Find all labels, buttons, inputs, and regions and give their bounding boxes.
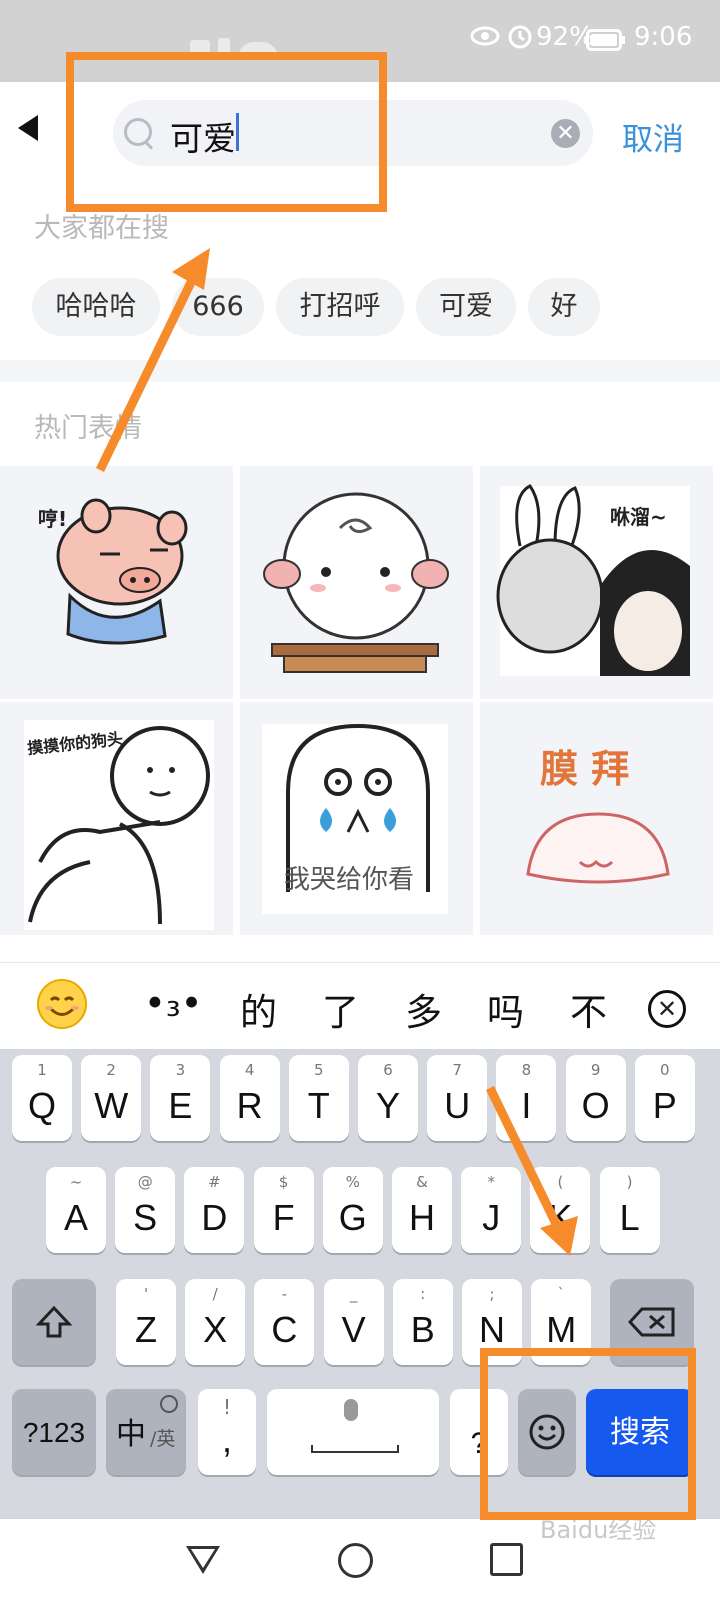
annotation-arrows	[95, 248, 578, 1256]
